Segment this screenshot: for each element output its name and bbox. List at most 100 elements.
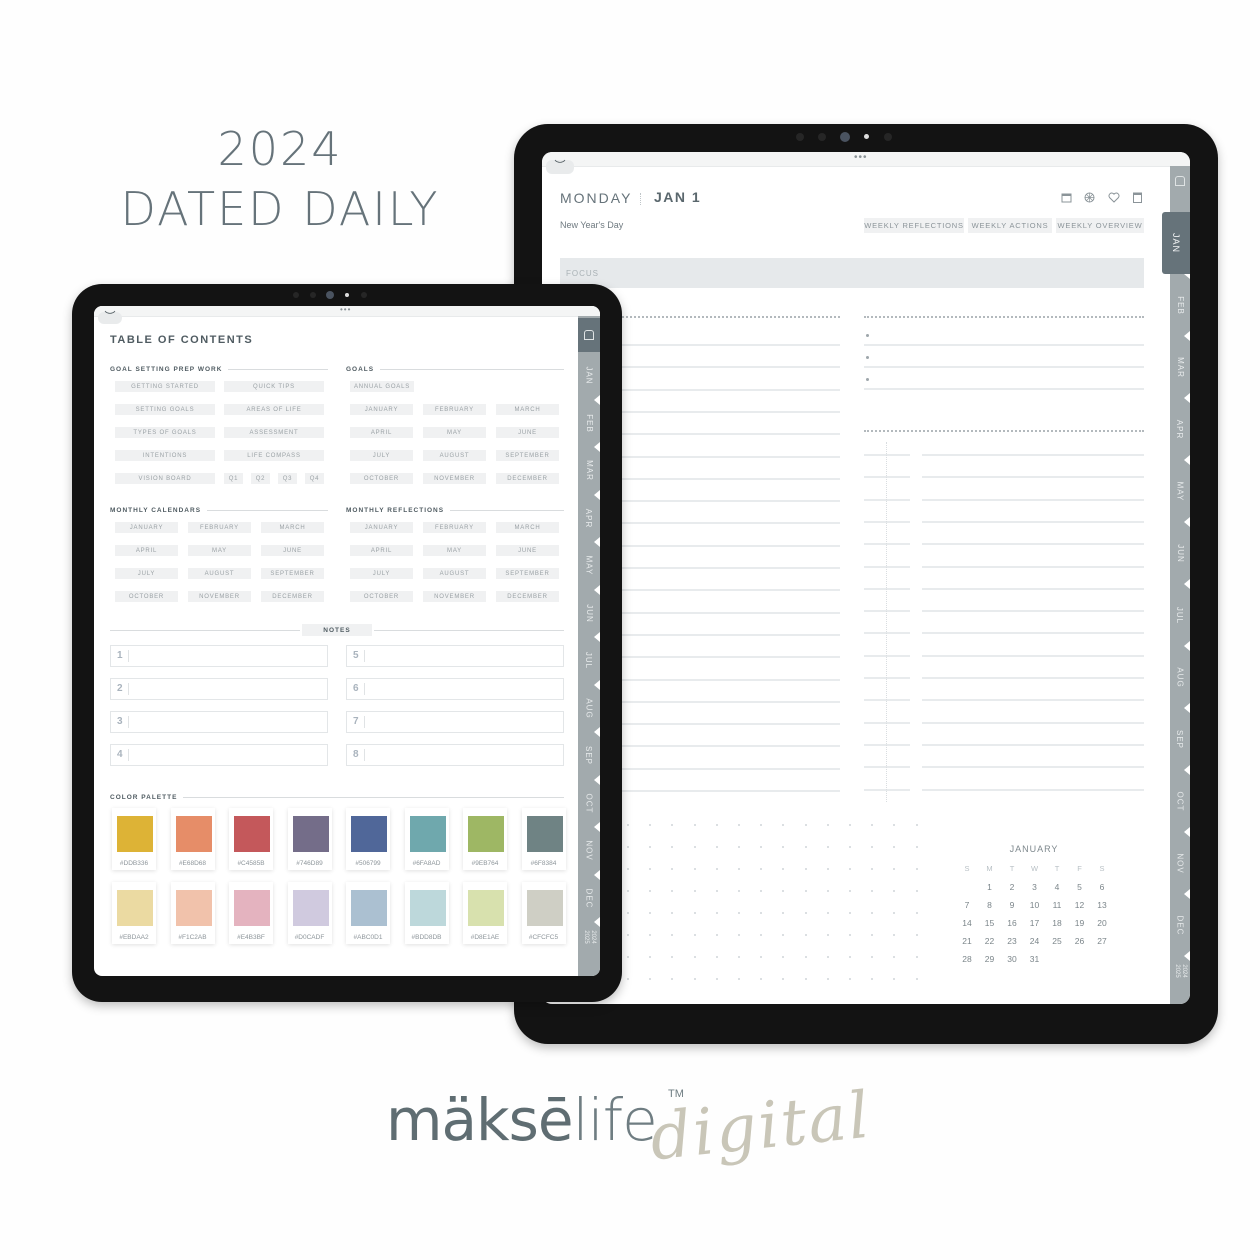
goals-link-april[interactable]: APRIL [350, 427, 413, 438]
toc-link-life-compass[interactable]: LIFE COMPASS [224, 450, 324, 461]
writing-line[interactable] [622, 656, 840, 659]
reflection-link-december[interactable]: DECEMBER [496, 591, 559, 602]
color-swatch[interactable]: #E4B3BF [229, 882, 273, 944]
calendar-day[interactable]: 12 [1069, 900, 1091, 910]
calendar-day[interactable]: 17 [1024, 918, 1046, 928]
reflection-link-november[interactable]: NOVEMBER [423, 591, 486, 602]
calendar-link-february[interactable]: FEBRUARY [188, 522, 251, 533]
month-tab-feb[interactable]: FEB [1170, 274, 1190, 336]
month-tab-apr[interactable]: APR [1170, 398, 1190, 460]
focus-field[interactable]: FOCUS [560, 258, 1144, 288]
calendar-day[interactable]: 13 [1091, 900, 1113, 910]
month-tab-mar[interactable]: MAR [1170, 336, 1190, 398]
note-field-1[interactable]: 1 [110, 645, 328, 667]
calendar-day[interactable]: 20 [1091, 918, 1113, 928]
month-tab-jul[interactable]: JUL [1170, 584, 1190, 646]
reflection-link-august[interactable]: AUGUST [423, 568, 486, 579]
schedule-line[interactable] [922, 498, 1144, 501]
schedule-line[interactable] [922, 654, 1144, 657]
color-swatch[interactable]: #6F8384 [521, 808, 566, 870]
toc-link-intentions[interactable]: INTENTIONS [115, 450, 215, 461]
time-line[interactable] [864, 766, 910, 769]
toc-link-q2[interactable]: Q2 [251, 473, 270, 484]
color-swatch[interactable]: #D0CADF [287, 882, 332, 944]
month-tab-apr[interactable]: APR [578, 495, 600, 543]
writing-line[interactable] [622, 745, 840, 748]
more-dots-icon[interactable]: ••• [340, 306, 351, 315]
writing-line[interactable] [622, 678, 840, 681]
calendar-day[interactable]: 7 [956, 900, 978, 910]
priority-line[interactable] [864, 344, 1144, 346]
calendar-day[interactable]: 14 [956, 918, 978, 928]
time-line[interactable] [864, 788, 910, 791]
calendar-link-may[interactable]: MAY [188, 545, 251, 556]
reflection-link-may[interactable]: MAY [423, 545, 486, 556]
note-field-4[interactable]: 4 [110, 744, 328, 766]
writing-line[interactable] [622, 544, 840, 547]
goals-link-july[interactable]: JULY [350, 450, 413, 461]
month-tab-feb[interactable]: FEB [578, 400, 600, 448]
heart-icon[interactable] [1108, 192, 1120, 203]
note-field-7[interactable]: 7 [346, 711, 564, 733]
schedule-line[interactable] [922, 565, 1144, 568]
month-tab-sep[interactable]: SEP [578, 732, 600, 780]
color-swatch[interactable]: #F1C2AB [170, 882, 215, 944]
calendar-day[interactable]: 19 [1069, 918, 1091, 928]
goals-link-january[interactable]: JANUARY [350, 404, 413, 415]
writing-line[interactable] [622, 723, 840, 726]
writing-line[interactable] [622, 455, 840, 458]
time-line[interactable] [864, 721, 910, 724]
year-tab[interactable]: 2024 2025 [1170, 956, 1190, 986]
reflection-link-april[interactable]: APRIL [350, 545, 413, 556]
collapse-chevron-icon[interactable]: ︶ [98, 312, 122, 324]
priority-line[interactable] [864, 366, 1144, 368]
writing-line[interactable] [622, 633, 840, 636]
writing-line[interactable] [622, 522, 840, 525]
writing-line[interactable] [622, 366, 840, 369]
calendar-link-january[interactable]: JANUARY [115, 522, 178, 533]
calendar-day[interactable]: 11 [1046, 900, 1068, 910]
note-field-3[interactable]: 3 [110, 711, 328, 733]
month-tab-may[interactable]: MAY [1170, 460, 1190, 522]
goals-link-june[interactable]: JUNE [496, 427, 559, 438]
calendar-day[interactable]: 4 [1046, 882, 1068, 892]
note-field-5[interactable]: 5 [346, 645, 564, 667]
schedule-line[interactable] [922, 454, 1144, 456]
time-line[interactable] [864, 654, 910, 657]
month-tab-nov[interactable]: NOV [1170, 832, 1190, 894]
goals-link-november[interactable]: NOVEMBER [423, 473, 486, 484]
schedule-line[interactable] [922, 587, 1144, 590]
toc-link-vision-board[interactable]: VISION BOARD [115, 473, 215, 484]
month-tab-oct[interactable]: OCT [578, 780, 600, 828]
month-tab-jan[interactable]: JAN [578, 352, 600, 400]
reflection-link-september[interactable]: SEPTEMBER [496, 568, 559, 579]
calendar-day[interactable]: 2 [1001, 882, 1023, 892]
year-tab[interactable]: 2024 2025 [578, 922, 600, 952]
note-field-8[interactable]: 8 [346, 744, 564, 766]
schedule-line[interactable] [922, 721, 1144, 724]
calendar-icon[interactable] [1061, 192, 1072, 203]
home-tab[interactable] [578, 318, 600, 352]
time-line[interactable] [864, 565, 910, 568]
notebook-icon[interactable] [1132, 192, 1143, 203]
writing-line[interactable] [622, 344, 840, 346]
calendar-link-september[interactable]: SEPTEMBER [261, 568, 324, 579]
calendar-link-december[interactable]: DECEMBER [261, 591, 324, 602]
home-tab[interactable] [1170, 170, 1190, 192]
reflection-link-july[interactable]: JULY [350, 568, 413, 579]
writing-line[interactable] [622, 388, 840, 391]
calendar-day[interactable]: 6 [1091, 882, 1113, 892]
reflection-link-march[interactable]: MARCH [496, 522, 559, 533]
toc-link-annual-goals[interactable]: ANNUAL GOALS [350, 381, 414, 392]
writing-line[interactable] [622, 589, 840, 592]
calendar-day[interactable]: 26 [1069, 936, 1091, 946]
settings-wheel-icon[interactable] [1084, 192, 1095, 203]
month-tab-jun[interactable]: JUN [1170, 522, 1190, 584]
writing-line[interactable] [622, 500, 840, 503]
time-line[interactable] [864, 454, 910, 456]
toc-link-types-of-goals[interactable]: TYPES OF GOALS [115, 427, 215, 438]
calendar-day[interactable]: 30 [1001, 954, 1023, 964]
toc-link-setting-goals[interactable]: SETTING GOALS [115, 404, 215, 415]
weekly-reflections-button[interactable]: WEEKLY REFLECTIONS [864, 218, 964, 233]
toc-link-q1[interactable]: Q1 [224, 473, 243, 484]
